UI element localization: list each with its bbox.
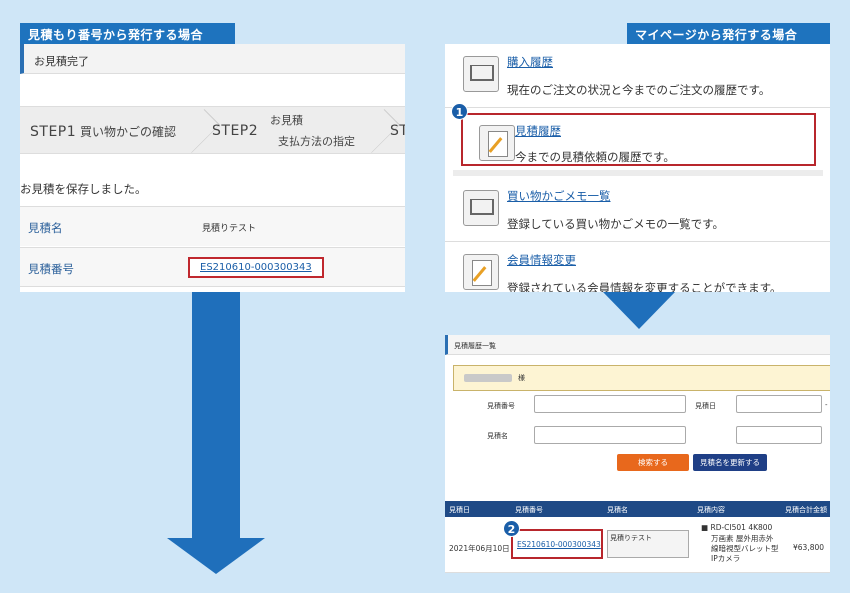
step-1-number: STEP1 bbox=[30, 124, 77, 140]
col-content: 見積内容 bbox=[697, 506, 725, 514]
step-2-label-top: お見積 bbox=[270, 114, 303, 127]
quote-name-input[interactable] bbox=[534, 426, 686, 444]
step-badge-2: 2 bbox=[503, 520, 520, 537]
quote-complete-panel: お見積完了 STEP1 買い物かごの確認 STEP2 お見積 支払方法の指定 S… bbox=[20, 44, 405, 292]
quote-history-panel: 見積履歴一覧 様 見積番号 見積日 - 見積名 検索する 見積名を更新する 見積… bbox=[445, 335, 830, 573]
menu-item-desc: 登録されている会員情報を変更することができます。 bbox=[507, 281, 782, 292]
menu-item-member-info[interactable]: 会員情報変更 登録されている会員情報を変更することができます。 bbox=[445, 242, 830, 292]
quote-number-link[interactable]: ES210610-000300343 bbox=[188, 257, 324, 278]
row-quote-name-input[interactable]: 見積りテスト bbox=[607, 530, 689, 558]
step-3: ST bbox=[390, 107, 405, 155]
menu-item-quote-history[interactable]: 見積履歴 今までの見積依頼の履歴です。 bbox=[453, 108, 823, 170]
customer-name-blurred bbox=[464, 374, 512, 382]
down-arrow bbox=[192, 292, 240, 540]
cart-icon bbox=[463, 190, 499, 226]
col-name: 見積名 bbox=[607, 506, 628, 514]
customer-honorific: 様 bbox=[518, 374, 525, 382]
quote-name-value: 見積りテスト bbox=[202, 224, 257, 234]
step-2-number: STEP2 bbox=[212, 123, 259, 139]
quote-name-label: 見積名 bbox=[28, 221, 63, 235]
quote-number-row: 見積番号 ES210610-000300343 bbox=[20, 247, 405, 287]
quote-name-row: 見積名 見積りテスト bbox=[20, 206, 405, 246]
quote-date-from-input[interactable] bbox=[736, 395, 822, 413]
quote-date-to-input[interactable] bbox=[736, 426, 822, 444]
menu-item-desc: 登録している買い物かごメモの一覧です。 bbox=[507, 217, 725, 231]
step-1-label: 買い物かごの確認 bbox=[79, 125, 176, 139]
menu-item-title[interactable]: 見積履歴 bbox=[515, 123, 561, 139]
history-header: 見積履歴一覧 bbox=[445, 335, 830, 355]
step-2: STEP2 お見積 支払方法の指定 bbox=[212, 107, 372, 155]
step-badge-1: 1 bbox=[451, 103, 468, 120]
label-quote-date: 見積日 bbox=[695, 402, 716, 410]
mypage-menu-panel: 購入履歴 現在のご注文の状況と今までのご注文の履歴です。 買い物かごメモ一覧 登… bbox=[445, 44, 830, 292]
menu-item-title[interactable]: 購入履歴 bbox=[507, 54, 553, 70]
menu-item-purchase-history[interactable]: 購入履歴 現在のご注文の状況と今までのご注文の履歴です。 bbox=[445, 44, 830, 108]
row-total: ¥63,800 bbox=[793, 543, 825, 552]
quote-number-label: 見積番号 bbox=[28, 262, 74, 276]
menu-item-desc: 今までの見積依頼の履歴です。 bbox=[515, 150, 675, 164]
right-section-tag: マイページから発行する場合 bbox=[627, 23, 830, 46]
down-arrow-head bbox=[167, 538, 265, 574]
search-button[interactable]: 検索する bbox=[617, 454, 689, 471]
step-1: STEP1 買い物かごの確認 bbox=[30, 107, 205, 155]
update-name-button[interactable]: 見積名を更新する bbox=[693, 454, 767, 471]
left-section-tag: 見積もり番号から発行する場合 bbox=[20, 23, 235, 46]
row-date: 2021年06月10日 bbox=[449, 544, 510, 553]
saved-message: お見積を保存しました。 bbox=[20, 182, 147, 196]
col-total: 見積合計金額 bbox=[785, 506, 827, 514]
small-down-arrow bbox=[603, 292, 675, 329]
date-range-dash: - bbox=[825, 401, 828, 409]
step-3-number: ST bbox=[390, 123, 405, 139]
row-quote-number-link[interactable]: ES210610-000300343 bbox=[511, 529, 603, 559]
step-2-label-bottom: 支払方法の指定 bbox=[278, 135, 355, 148]
cart-icon bbox=[463, 56, 499, 92]
menu-item-title[interactable]: 買い物かごメモ一覧 bbox=[507, 188, 611, 204]
col-date: 見積日 bbox=[449, 506, 470, 514]
menu-item-cart-memo[interactable]: 買い物かごメモ一覧 登録している買い物かごメモの一覧です。 bbox=[445, 178, 830, 242]
label-quote-name: 見積名 bbox=[487, 432, 508, 440]
menu-item-title[interactable]: 会員情報変更 bbox=[507, 252, 576, 268]
row-content-line-1: ■ RD-CI501 4K800 bbox=[701, 523, 773, 532]
menu-item-desc: 現在のご注文の状況と今までのご注文の履歴です。 bbox=[507, 83, 771, 97]
highlight-box: 見積履歴 今までの見積依頼の履歴です。 bbox=[461, 113, 816, 166]
document-edit-icon bbox=[479, 125, 515, 161]
col-number: 見積番号 bbox=[515, 506, 543, 514]
panel-header: お見積完了 bbox=[20, 44, 405, 74]
quote-number-input[interactable] bbox=[534, 395, 686, 413]
label-quote-number: 見積番号 bbox=[487, 402, 515, 410]
customer-bar: 様 bbox=[453, 365, 830, 391]
row-content-line-4: IPカメラ bbox=[711, 554, 741, 563]
checkout-steps: STEP1 買い物かごの確認 STEP2 お見積 支払方法の指定 ST bbox=[20, 106, 405, 154]
document-edit-icon bbox=[463, 254, 499, 290]
table-header: 見積日 見積番号 見積名 見積内容 見積合計金額 bbox=[445, 501, 830, 517]
